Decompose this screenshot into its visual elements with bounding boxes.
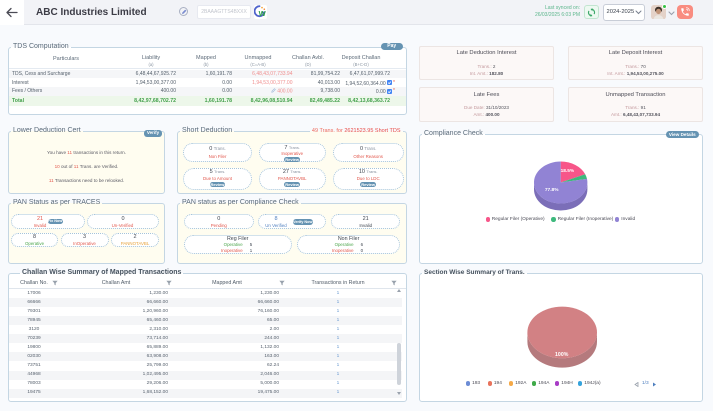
svg-text:W: W	[259, 9, 267, 18]
